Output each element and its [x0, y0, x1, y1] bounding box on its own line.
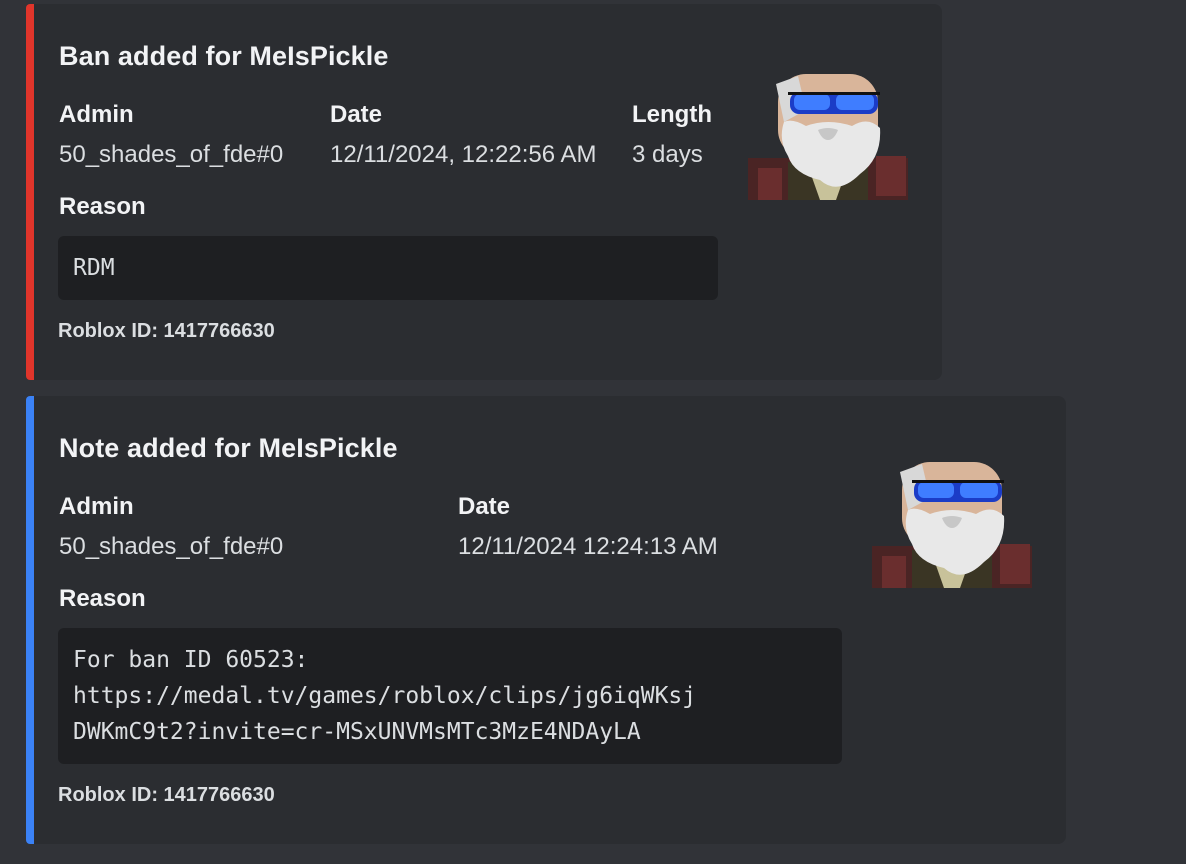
embed-accent-bar [26, 396, 34, 844]
reason-text: RDM [73, 255, 115, 281]
reason-line-link[interactable]: DWKmC9t2?invite=cr-MSxUNVMsMTc3MzE4NDAyL… [73, 714, 827, 750]
embed-accent-bar [26, 4, 34, 380]
reason-codeblock: For ban ID 60523: https://medal.tv/games/… [58, 628, 842, 764]
field-name-date: Date [330, 101, 383, 128]
embed-title: Ban added for MeIsPickle [59, 41, 389, 71]
embed-footer: Roblox ID: 1417766630 [58, 320, 275, 342]
field-name-admin: Admin [59, 101, 134, 128]
ban-embed: Ban added for MeIsPickle Admin 50_shades… [26, 4, 942, 380]
reason-line-link[interactable]: https://medal.tv/games/roblox/clips/jg6i… [73, 678, 827, 714]
field-value-date: 12/11/2024 12:24:13 AM [458, 533, 718, 560]
field-value-admin: 50_shades_of_fde#0 [59, 141, 284, 168]
field-name-admin: Admin [59, 493, 134, 520]
field-name-reason: Reason [59, 193, 146, 220]
field-name-date: Date [458, 493, 511, 520]
embed-footer: Roblox ID: 1417766630 [58, 784, 275, 806]
embed-title: Note added for MeIsPickle [59, 433, 398, 463]
avatar-thumbnail-icon[interactable] [748, 70, 908, 200]
field-value-length: 3 days [632, 141, 703, 168]
field-name-reason: Reason [59, 585, 146, 612]
avatar-thumbnail-icon[interactable] [872, 458, 1032, 588]
note-embed: Note added for MeIsPickle Admin 50_shade… [26, 396, 1066, 844]
field-value-date: 12/11/2024, 12:22:56 AM [330, 141, 597, 168]
reason-line: For ban ID 60523: [73, 647, 309, 673]
field-name-length: Length [632, 101, 712, 128]
reason-codeblock: RDM [58, 236, 718, 300]
field-value-admin: 50_shades_of_fde#0 [59, 533, 284, 560]
